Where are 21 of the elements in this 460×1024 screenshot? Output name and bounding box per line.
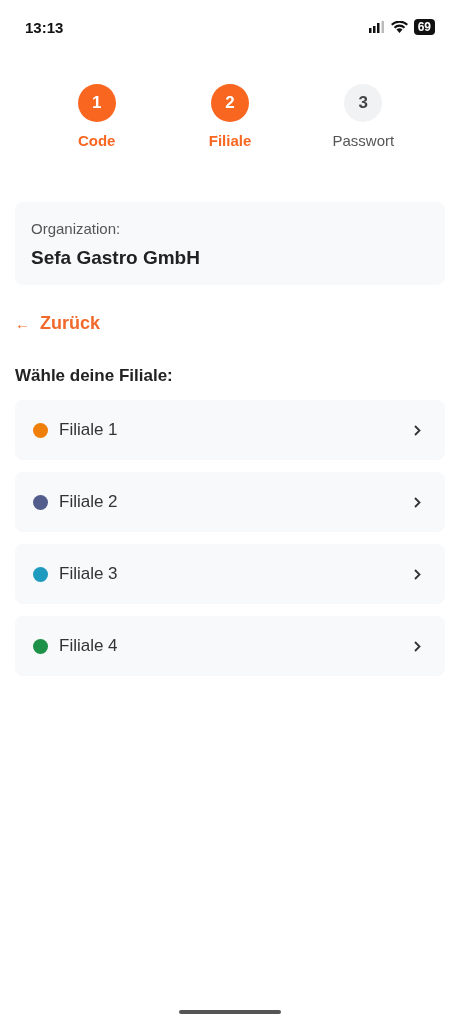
- branch-item[interactable]: Filiale 1: [15, 400, 445, 460]
- chevron-icon: [414, 496, 421, 508]
- chevron-icon: [414, 424, 421, 436]
- organization-name: Sefa Gastro GmbH: [31, 247, 201, 269]
- branch-item[interactable]: Filiale 2: [15, 472, 445, 532]
- organization-label: Organization:: [31, 220, 122, 237]
- status-time: 13:13: [25, 18, 64, 36]
- wifi-icon: [390, 21, 408, 33]
- step-number: 2: [211, 84, 249, 122]
- chevron-icon: [414, 640, 421, 652]
- step-label: Filiale: [208, 132, 252, 149]
- branch-item[interactable]: Filiale 4: [15, 616, 445, 676]
- step-number: 1: [77, 84, 116, 122]
- battery-indicator: 69: [413, 19, 435, 35]
- chevron-icon: [414, 568, 421, 580]
- step-number: 3: [344, 84, 383, 122]
- step-label: Passwort: [332, 132, 395, 149]
- step-label: Code: [77, 132, 116, 149]
- section-heading: Wähle deine Filiale:: [15, 366, 174, 386]
- branch-item[interactable]: Filiale 3: [15, 544, 445, 604]
- signal-icon: [368, 21, 385, 33]
